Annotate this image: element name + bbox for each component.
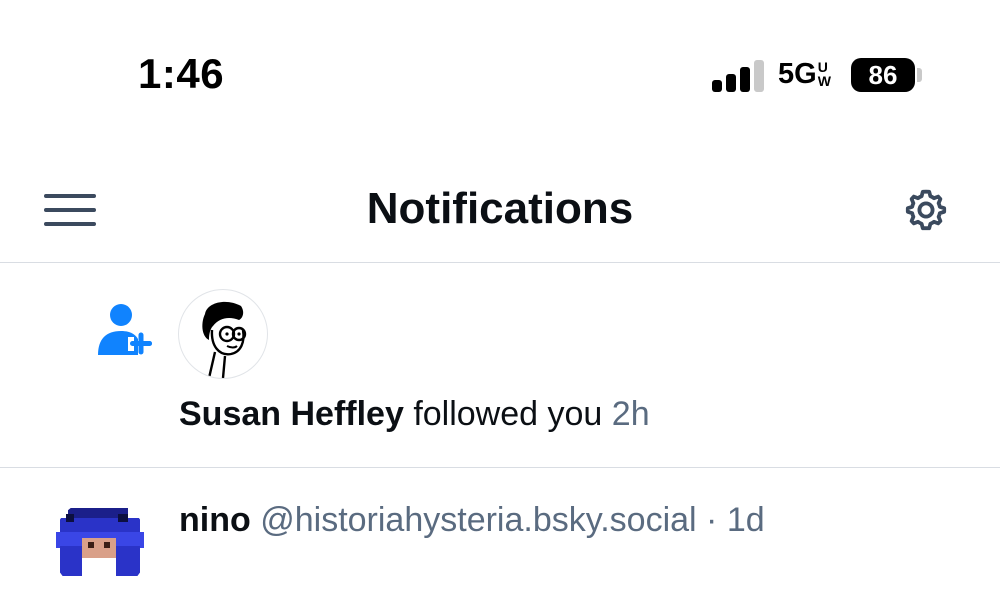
timestamp: 2h xyxy=(611,395,650,433)
battery-level: 86 xyxy=(868,59,898,90)
user-handle[interactable]: @historiahysteria.bsky.social xyxy=(260,501,696,539)
timestamp: 1d xyxy=(726,501,765,539)
user-name[interactable]: Susan Heffley xyxy=(179,395,404,433)
notification-item[interactable]: Susan Heffley followed you 2h xyxy=(0,263,1000,468)
status-time: 1:46 xyxy=(138,50,225,97)
battery-icon: 86 xyxy=(851,58,915,92)
network-type: 5G U W xyxy=(778,58,831,91)
status-bar: 1:46 5G U W 86 xyxy=(0,0,1000,150)
avatar[interactable] xyxy=(52,498,148,594)
post-header: nino @historiahysteria.bsky.social · 1d xyxy=(179,501,765,540)
separator: · xyxy=(706,501,718,539)
signal-strength-icon xyxy=(712,58,764,92)
notification-action: followed you xyxy=(413,395,603,433)
post-item[interactable]: nino @historiahysteria.bsky.social · 1d xyxy=(0,468,1000,594)
network-uw: U W xyxy=(817,59,831,89)
avatar[interactable] xyxy=(178,289,268,379)
battery-cap xyxy=(917,68,922,82)
top-bar: Notifications xyxy=(0,150,1000,263)
person-add-icon xyxy=(94,299,154,359)
network-label: 5G xyxy=(778,58,817,90)
gear-icon[interactable] xyxy=(902,186,950,234)
page-title: Notifications xyxy=(366,184,634,233)
user-name[interactable]: nino xyxy=(179,501,251,539)
notification-text: Susan Heffley followed you 2h xyxy=(179,395,650,434)
